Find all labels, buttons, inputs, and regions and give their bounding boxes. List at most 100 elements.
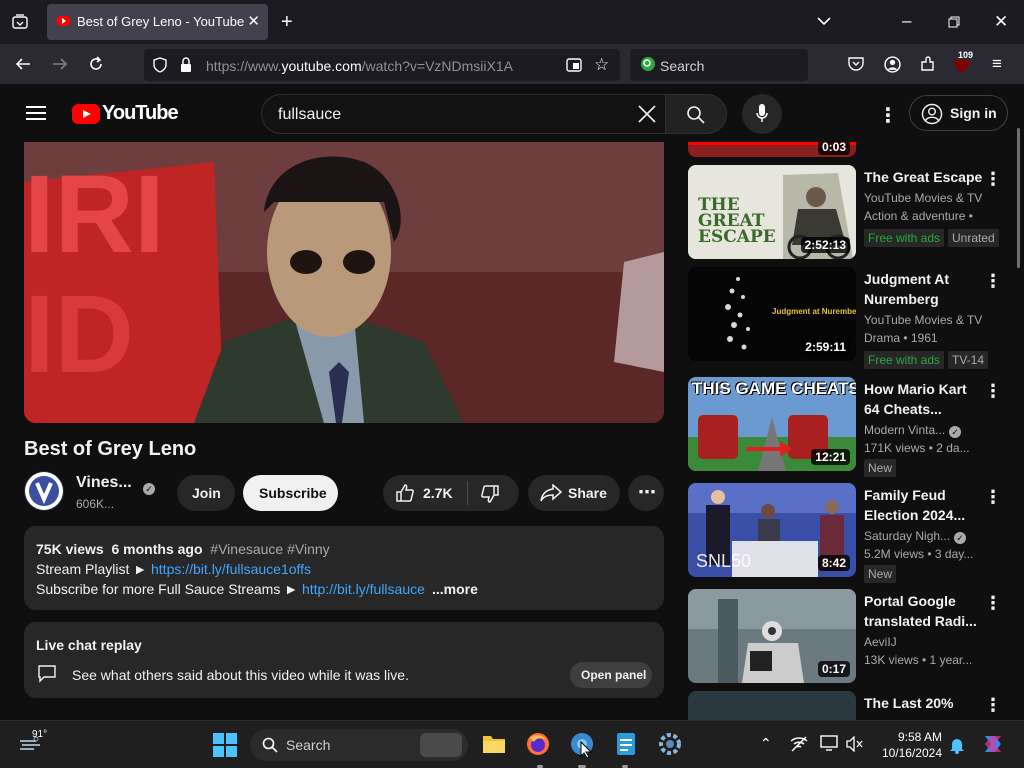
microphone-icon xyxy=(756,104,768,129)
windows-start-icon[interactable] xyxy=(213,733,237,762)
playlist-link[interactable]: https://bit.ly/fullsauce1offs xyxy=(151,561,311,577)
video-thumbnail[interactable]: Judgment at Nuremberg 2:59:11 xyxy=(688,267,856,361)
clear-search-icon[interactable] xyxy=(638,105,656,128)
tray-chevron-up-icon[interactable]: ⌃ xyxy=(760,735,772,752)
guide-menu-icon[interactable] xyxy=(26,105,46,126)
windows-taskbar: 91° Search ⌃ 9:58 AM 10/16/2024 xyxy=(0,720,1024,768)
minimize-icon[interactable]: – xyxy=(902,12,911,29)
channel-avatar[interactable] xyxy=(24,471,64,511)
like-count[interactable]: 2.7K xyxy=(423,485,453,501)
list-all-tabs-icon[interactable] xyxy=(817,12,831,29)
subscribe-link[interactable]: http://bit.ly/fullsauce xyxy=(302,581,425,597)
dislike-thumb-icon[interactable] xyxy=(480,484,500,507)
firefox-icon[interactable] xyxy=(526,732,550,761)
action-menu-icon[interactable]: ⋮ xyxy=(984,169,1002,190)
channel-name[interactable]: Vines... xyxy=(76,474,132,492)
tab-list-icon[interactable] xyxy=(12,14,28,33)
video-title[interactable]: The Last 20% xyxy=(864,693,984,713)
file-explorer-icon[interactable] xyxy=(482,733,506,760)
channel-name[interactable]: AeviIJ xyxy=(864,635,897,649)
display-icon[interactable] xyxy=(820,735,838,756)
lock-icon[interactable] xyxy=(180,57,192,76)
notification-bell-icon[interactable] xyxy=(949,736,965,759)
show-more-link[interactable]: ...more xyxy=(432,581,478,597)
verified-badge-icon: ✓ xyxy=(139,478,155,496)
more-actions-button[interactable]: ⋯ xyxy=(628,475,664,511)
sidebar-video-item[interactable]: The Last 20% ⋮ xyxy=(688,691,1008,720)
reload-icon[interactable] xyxy=(88,56,104,75)
page-scrollbar-thumb[interactable] xyxy=(1017,128,1020,268)
action-menu-icon[interactable]: ⋮ xyxy=(984,271,1002,292)
restore-icon[interactable] xyxy=(948,14,960,31)
shield-icon[interactable] xyxy=(152,57,168,76)
sidebar-video-item[interactable]: THIS GAME CHEATS! 12:21 How Mario Kart 6… xyxy=(688,377,1008,477)
user-circle-icon xyxy=(921,103,943,130)
description-box[interactable]: 75K views 6 months ago #Vinesauce #Vinny… xyxy=(24,526,664,610)
sidebar-video-item[interactable]: SNL50 8:42 Family Feud Election 2024... … xyxy=(688,483,1008,583)
menu-hamburger-icon[interactable]: ≡ xyxy=(992,55,1002,72)
pocket-icon[interactable] xyxy=(848,56,864,75)
video-title[interactable]: Judgment At Nuremberg xyxy=(864,269,984,309)
hashtags[interactable]: #Vinesauce #Vinny xyxy=(210,541,329,557)
sign-in-label: Sign in xyxy=(950,105,997,121)
url-bar[interactable]: https://www.youtube.com/watch?v=VzNDmsii… xyxy=(144,49,620,81)
action-menu-icon[interactable]: ⋮ xyxy=(984,487,1002,508)
youtube-header: YouTube fullsauce ⋮ Sign in xyxy=(0,86,1024,142)
settings-gear-icon[interactable] xyxy=(658,732,682,761)
taskbar-search-icon xyxy=(262,737,278,758)
youtube-search-input[interactable]: fullsauce xyxy=(261,94,666,134)
share-button[interactable]: Share xyxy=(528,475,620,511)
video-thumbnail[interactable]: SNL50 8:42 xyxy=(688,483,856,577)
open-panel-button[interactable]: Open panel xyxy=(570,662,652,688)
channel-name[interactable]: YouTube Movies & TV xyxy=(864,191,982,205)
back-icon[interactable] xyxy=(15,56,31,75)
taskbar-search[interactable]: Search xyxy=(250,729,468,761)
sign-in-button[interactable]: Sign in xyxy=(909,95,1008,131)
sidebar-video-item[interactable]: Judgment at Nuremberg 2:59:11 Judgment A… xyxy=(688,267,1008,369)
video-player[interactable]: IRI ID xyxy=(24,142,664,423)
subscribe-button[interactable]: Subscribe xyxy=(243,475,338,511)
channel-name[interactable]: Modern Vinta... ✓ xyxy=(864,423,962,438)
video-title[interactable]: Portal Google translated Radi... xyxy=(864,591,984,631)
video-title[interactable]: The Great Escape xyxy=(864,167,984,187)
close-window-icon[interactable]: ✕ xyxy=(994,13,1008,30)
video-thumbnail[interactable] xyxy=(688,691,856,720)
browser-search-box[interactable]: Search xyxy=(630,49,808,81)
channel-name[interactable]: Saturday Nigh... ✓ xyxy=(864,529,967,544)
video-thumbnail[interactable]: THIS GAME CHEATS! 12:21 xyxy=(688,377,856,471)
join-button[interactable]: Join xyxy=(177,475,235,511)
video-meta: 13K views • 1 year... xyxy=(864,653,973,667)
close-tab-icon[interactable]: ✕ xyxy=(247,12,260,30)
bookmark-star-icon[interactable]: ☆ xyxy=(594,56,609,73)
forward-icon[interactable] xyxy=(52,56,68,75)
channel-name[interactable]: YouTube Movies & TV xyxy=(864,313,982,327)
browser-tab-bar: Best of Grey Leno - YouTube ✕ + – ✕ xyxy=(0,0,1024,44)
extensions-icon[interactable] xyxy=(920,56,936,75)
taskbar-clock[interactable]: 9:58 AM 10/16/2024 xyxy=(874,729,942,761)
browser-tab-active[interactable]: Best of Grey Leno - YouTube ✕ xyxy=(47,4,268,40)
video-title[interactable]: How Mario Kart 64 Cheats... xyxy=(864,379,984,419)
new-tab-icon[interactable]: + xyxy=(281,12,293,32)
action-menu-icon[interactable]: ⋮ xyxy=(984,695,1002,716)
sidebar-partial-thumbnail[interactable]: 0:03 xyxy=(688,142,856,157)
voice-search-button[interactable] xyxy=(742,94,782,134)
youtube-search-button[interactable] xyxy=(665,94,727,134)
badge-row: Free with ads TV-14 xyxy=(688,351,1008,371)
copilot-icon[interactable] xyxy=(981,732,1005,761)
settings-kebab-icon[interactable]: ⋮ xyxy=(878,103,898,128)
network-icon[interactable] xyxy=(790,736,808,757)
like-thumb-icon[interactable] xyxy=(395,483,415,506)
share-label: Share xyxy=(568,485,607,501)
notepad-icon[interactable] xyxy=(615,730,637,761)
video-meta: 5.2M views • 3 day... xyxy=(864,547,974,561)
video-title[interactable]: Family Feud Election 2024... xyxy=(864,485,984,525)
action-menu-icon[interactable]: ⋮ xyxy=(984,593,1002,614)
reader-view-icon[interactable] xyxy=(566,57,582,76)
sidebar-video-item[interactable]: THE GREAT ESCAPE 2:52:13 The Great Escap… xyxy=(688,165,1008,261)
video-thumbnail[interactable]: 0:17 xyxy=(688,589,856,683)
volume-muted-icon[interactable] xyxy=(846,735,864,757)
action-menu-icon[interactable]: ⋮ xyxy=(984,381,1002,402)
account-icon[interactable] xyxy=(884,56,901,76)
ublock-extension-icon[interactable]: 109 xyxy=(952,50,976,74)
sidebar-video-item[interactable]: 0:17 Portal Google translated Radi... Ae… xyxy=(688,589,1008,685)
